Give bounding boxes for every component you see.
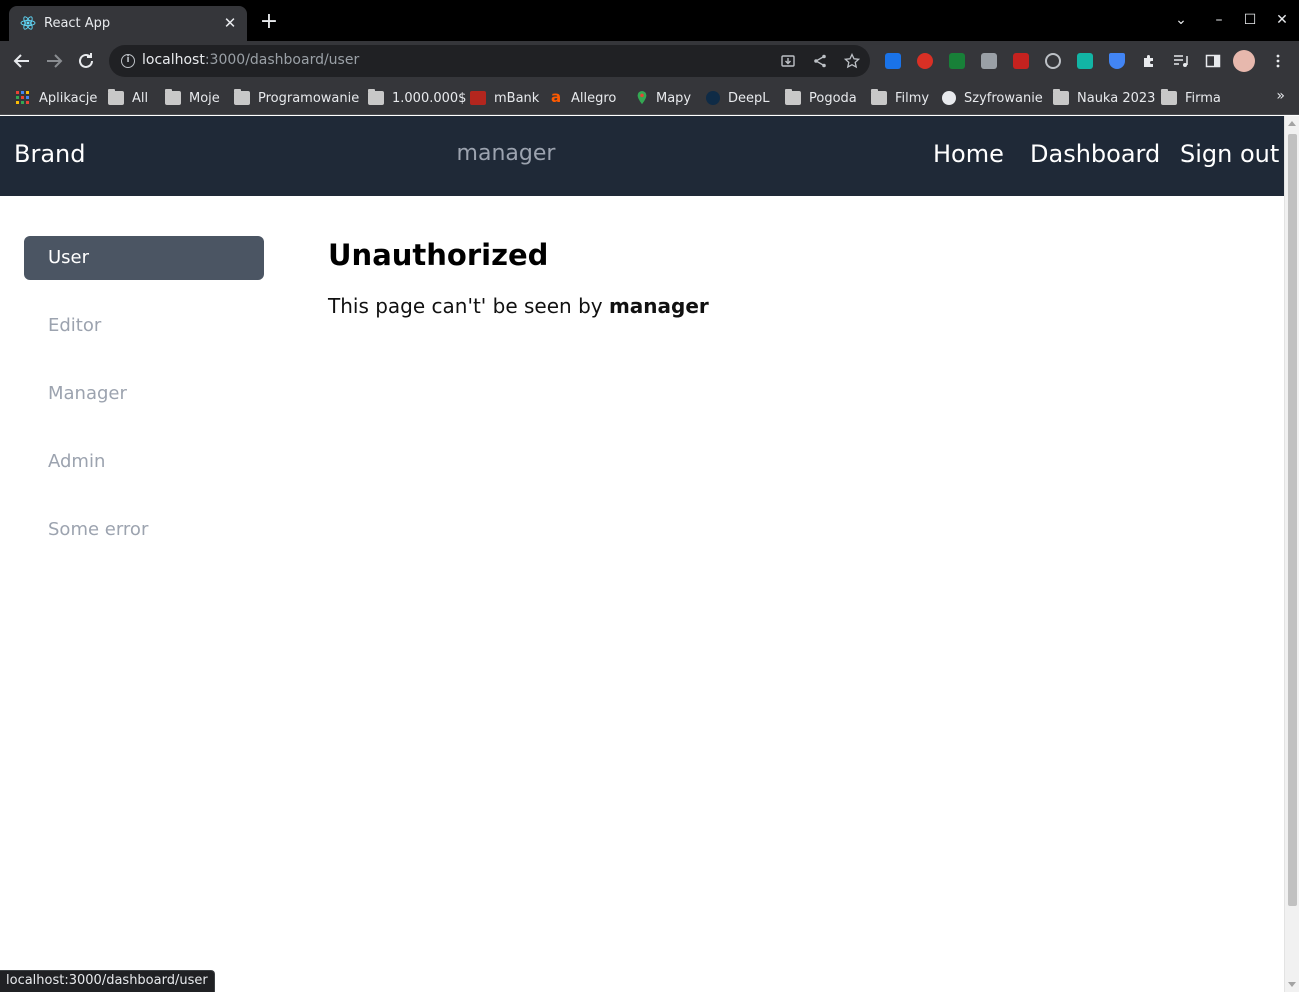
side-panel-icon[interactable] bbox=[1205, 53, 1221, 69]
sidebar-item-some-error[interactable]: Some error bbox=[24, 508, 264, 552]
extensions-puzzle-icon[interactable] bbox=[1141, 53, 1157, 69]
folder-icon bbox=[368, 89, 384, 105]
bookmark-item[interactable]: Moje bbox=[165, 89, 220, 107]
teal-extension-icon[interactable] bbox=[1077, 53, 1093, 69]
folder-icon bbox=[234, 89, 250, 105]
link-status-bar: localhost:3000/dashboard/user bbox=[0, 970, 215, 992]
bookmark-label: Nauka 2023 bbox=[1077, 90, 1156, 106]
tab-close-icon[interactable]: ✕ bbox=[221, 14, 239, 32]
nav-link-sign-out[interactable]: Sign out bbox=[1180, 140, 1279, 168]
reload-icon[interactable] bbox=[75, 50, 97, 72]
bookmark-label: Pogoda bbox=[809, 90, 857, 106]
back-icon[interactable] bbox=[11, 50, 33, 72]
bookmark-item[interactable]: Mapy bbox=[636, 89, 691, 107]
bookmark-item[interactable]: DeepL bbox=[706, 89, 770, 107]
sidebar-item-editor[interactable]: Editor bbox=[24, 304, 264, 348]
green-arrow-extension-icon[interactable] bbox=[949, 53, 965, 69]
install-icon[interactable] bbox=[780, 53, 796, 69]
browser-tab[interactable]: React App ✕ bbox=[9, 6, 247, 41]
sidebar-item-user[interactable]: User bbox=[24, 236, 264, 280]
profile-avatar-icon[interactable] bbox=[1233, 50, 1255, 72]
bookmarks-overflow-icon[interactable]: » bbox=[1276, 88, 1285, 104]
camera-extension-icon[interactable] bbox=[981, 53, 997, 69]
browser-toolbar: i localhost:3000/dashboard/user bbox=[0, 41, 1299, 81]
folder-icon bbox=[1161, 89, 1177, 105]
adblock-extension-icon[interactable] bbox=[917, 53, 933, 69]
tab-search-icon[interactable]: ⌄ bbox=[1171, 10, 1191, 30]
bookmark-item[interactable]: Filmy bbox=[871, 89, 929, 107]
bookmark-star-icon[interactable] bbox=[844, 53, 860, 69]
bookmark-label: Mapy bbox=[656, 90, 692, 106]
address-bar[interactable]: i localhost:3000/dashboard/user bbox=[109, 45, 870, 77]
bookmark-item[interactable]: Pogoda bbox=[785, 89, 857, 107]
bookmark-label: Szyfrowanie bbox=[964, 90, 1043, 106]
scroll-up-arrow-icon[interactable] bbox=[1288, 121, 1296, 126]
deepl-icon bbox=[706, 91, 720, 105]
share-icon[interactable] bbox=[812, 53, 828, 69]
bookmark-label: Firma bbox=[1185, 90, 1221, 106]
folder-icon bbox=[871, 89, 887, 105]
bookmark-item[interactable]: 1.000.000$ bbox=[368, 89, 466, 107]
bookmark-item[interactable]: Programowanie bbox=[234, 89, 359, 107]
nav-link-home[interactable]: Home bbox=[933, 140, 1004, 168]
folder-icon bbox=[785, 89, 801, 105]
new-tab-button[interactable]: + bbox=[258, 11, 280, 33]
message-text: This page can't' be seen by bbox=[328, 294, 609, 318]
download-extension-icon[interactable] bbox=[885, 53, 901, 69]
bookmarks-bar: Aplikacje All Moje Programowanie 1.000.0… bbox=[0, 81, 1299, 115]
site-info-icon[interactable]: i bbox=[121, 54, 135, 68]
page-scrollbar[interactable] bbox=[1284, 116, 1299, 992]
sidebar-item-admin[interactable]: Admin bbox=[24, 440, 264, 484]
red-extension-icon[interactable] bbox=[1013, 53, 1029, 69]
maximize-icon[interactable]: ☐ bbox=[1240, 10, 1260, 30]
maps-pin-icon bbox=[637, 91, 647, 105]
bookmark-label: Allegro bbox=[571, 90, 617, 106]
bookmark-label: Moje bbox=[189, 90, 220, 106]
tab-title: React App bbox=[44, 16, 111, 31]
bookmark-label: Filmy bbox=[895, 90, 930, 106]
bookmark-item[interactable]: Firma bbox=[1161, 89, 1221, 107]
browser-titlebar: React App ✕ + ⌄ – ☐ ✕ bbox=[0, 0, 1299, 41]
bookmark-label: DeepL bbox=[728, 90, 770, 106]
page-title: Unauthorized bbox=[328, 238, 549, 272]
brand-logo[interactable]: Brand bbox=[14, 140, 85, 168]
folder-icon bbox=[165, 89, 181, 105]
bookmark-item[interactable]: a Allegro bbox=[551, 89, 616, 107]
folder-icon bbox=[1053, 89, 1069, 105]
app-viewport: Brand manager Home Dashboard Sign out Us… bbox=[0, 116, 1284, 992]
target-extension-icon[interactable] bbox=[1045, 53, 1061, 69]
scroll-thumb[interactable] bbox=[1288, 134, 1297, 906]
shield-extension-icon[interactable] bbox=[1109, 53, 1125, 69]
top-navbar: Brand manager Home Dashboard Sign out bbox=[0, 116, 1284, 196]
bookmark-label: All bbox=[132, 90, 149, 106]
url-text[interactable]: localhost:3000/dashboard/user bbox=[142, 52, 359, 68]
apps-grid-icon bbox=[16, 91, 29, 104]
folder-icon bbox=[108, 89, 124, 105]
minimize-icon[interactable]: – bbox=[1209, 10, 1229, 30]
bookmark-item[interactable]: Aplikacje bbox=[15, 89, 97, 107]
unauthorized-message: This page can't' be seen by manager bbox=[328, 294, 709, 318]
bookmark-label: Programowanie bbox=[258, 90, 360, 106]
bookmark-item[interactable]: All bbox=[108, 89, 148, 107]
react-logo-icon bbox=[20, 16, 36, 30]
bookmark-item[interactable]: Nauka 2023 bbox=[1053, 89, 1155, 107]
nav-link-dashboard[interactable]: Dashboard bbox=[1030, 140, 1160, 168]
message-role: manager bbox=[608, 294, 709, 318]
globe-icon bbox=[942, 91, 956, 105]
allegro-icon: a bbox=[551, 88, 562, 106]
current-role-label: manager bbox=[456, 141, 556, 166]
bookmark-label: mBank bbox=[494, 90, 540, 106]
bookmark-label: 1.000.000$ bbox=[392, 90, 467, 106]
close-window-icon[interactable]: ✕ bbox=[1272, 10, 1292, 30]
media-control-icon[interactable] bbox=[1173, 53, 1189, 69]
browser-menu-icon[interactable] bbox=[1270, 53, 1286, 69]
bookmark-item[interactable]: mBank bbox=[470, 89, 539, 107]
scroll-down-arrow-icon[interactable] bbox=[1288, 982, 1296, 987]
sidebar-item-manager[interactable]: Manager bbox=[24, 372, 264, 416]
mbank-icon bbox=[470, 91, 486, 105]
forward-icon[interactable] bbox=[43, 50, 65, 72]
bookmark-label: Aplikacje bbox=[39, 90, 98, 106]
bookmark-item[interactable]: Szyfrowanie bbox=[942, 89, 1043, 107]
